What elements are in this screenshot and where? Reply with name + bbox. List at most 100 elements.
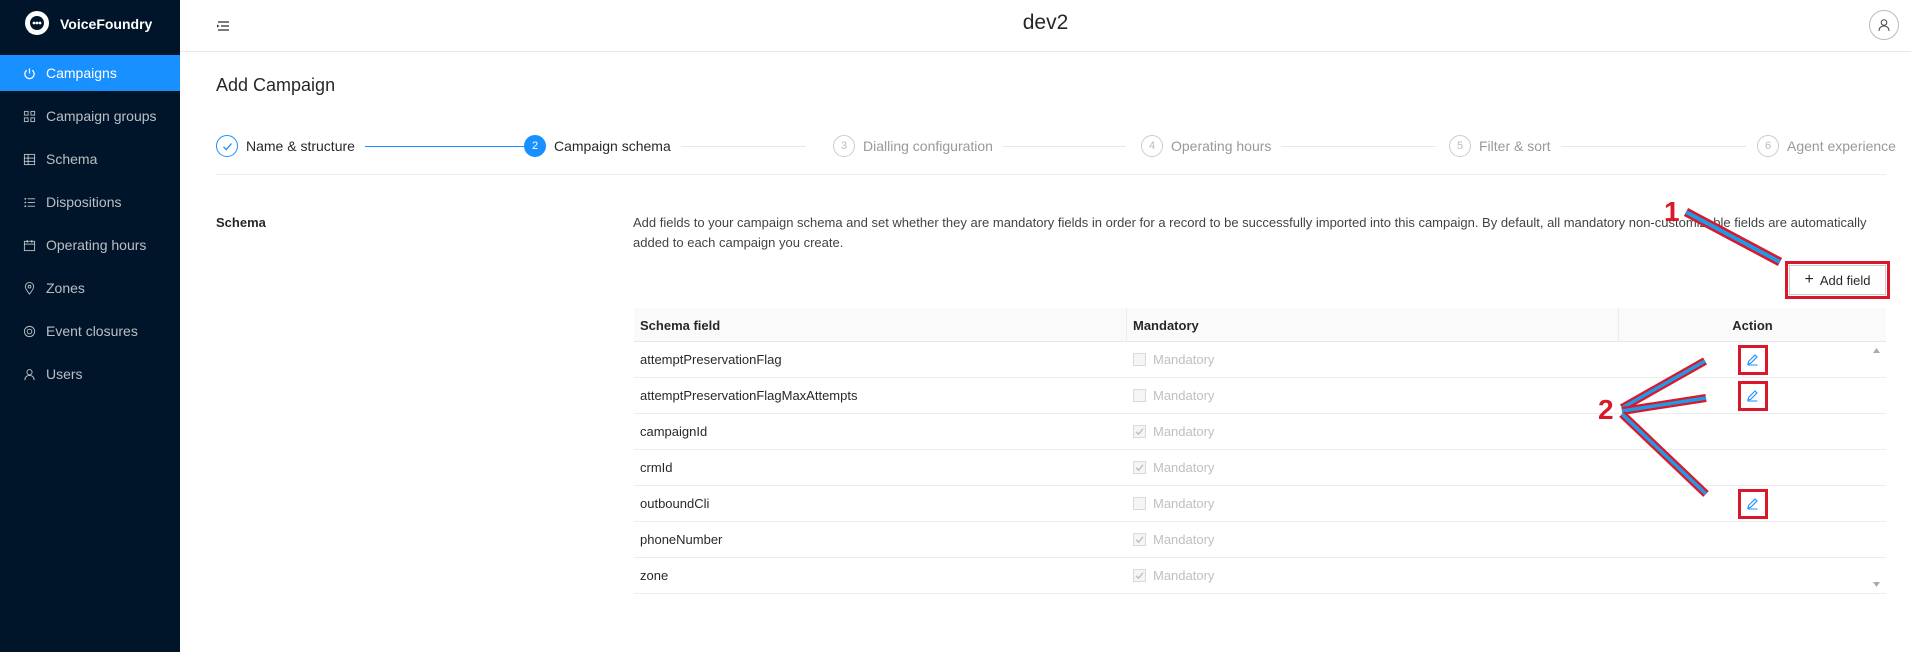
action-cell xyxy=(1619,522,1886,557)
mandatory-cell: Mandatory xyxy=(1127,414,1619,449)
sidebar-item-label: Campaigns xyxy=(46,65,117,81)
sidebar: VoiceFoundry Campaigns Campaign groups S… xyxy=(0,0,180,652)
schema-field-name: attemptPreservationFlagMaxAttempts xyxy=(640,388,858,403)
step-label: Name & structure xyxy=(246,138,355,154)
action-cell xyxy=(1619,378,1886,413)
step-number: 2 xyxy=(524,135,546,157)
sidebar-item-dispositions[interactable]: Dispositions xyxy=(0,184,180,220)
mandatory-label: Mandatory xyxy=(1153,532,1215,547)
mandatory-checkbox xyxy=(1133,461,1146,474)
step-connector xyxy=(356,146,526,147)
table-row: phoneNumber Mandatory xyxy=(634,522,1886,558)
table-row: zone Mandatory xyxy=(634,558,1886,594)
voicefoundry-logo-icon xyxy=(25,11,49,35)
mandatory-label: Mandatory xyxy=(1153,352,1215,367)
step-connector xyxy=(1276,146,1436,147)
check-icon xyxy=(216,135,238,157)
mandatory-checkbox xyxy=(1133,425,1146,438)
schema-field-name: crmId xyxy=(640,460,673,475)
mandatory-cell: Mandatory xyxy=(1127,450,1619,485)
step-campaign-schema[interactable]: 2 Campaign schema xyxy=(524,134,681,158)
group-icon xyxy=(22,109,36,123)
user-icon xyxy=(22,367,36,381)
table-header: Schema field Mandatory Action xyxy=(634,308,1886,342)
table-row: crmId Mandatory xyxy=(634,450,1886,486)
user-avatar[interactable] xyxy=(1869,10,1899,40)
schema-field-name: zone xyxy=(640,568,669,583)
sidebar-item-campaign-groups[interactable]: Campaign groups xyxy=(0,98,180,134)
brand-logo[interactable]: VoiceFoundry xyxy=(0,0,180,48)
schema-field-name: campaignId xyxy=(640,424,708,439)
list-icon xyxy=(22,195,36,209)
sidebar-item-label: Schema xyxy=(46,151,98,167)
step-dialling-configuration[interactable]: 3 Dialling configuration xyxy=(833,134,1003,158)
action-cell xyxy=(1619,558,1886,593)
mandatory-label: Mandatory xyxy=(1153,388,1215,403)
sidebar-item-label: Operating hours xyxy=(46,237,147,253)
mandatory-cell: Mandatory xyxy=(1127,378,1619,413)
location-icon xyxy=(22,281,36,295)
mandatory-cell: Mandatory xyxy=(1127,486,1619,521)
mandatory-checkbox xyxy=(1133,389,1146,402)
step-connector xyxy=(1556,146,1746,147)
edit-field-button[interactable] xyxy=(1737,344,1768,375)
edit-icon xyxy=(1747,390,1758,402)
power-icon xyxy=(22,66,36,80)
step-name-structure[interactable]: Name & structure xyxy=(216,134,365,158)
annotation-number-2: 2 xyxy=(1598,394,1614,425)
step-number: 5 xyxy=(1449,135,1471,157)
step-label: Dialling configuration xyxy=(863,138,993,154)
sidebar-item-schema[interactable]: Schema xyxy=(0,141,180,177)
sidebar-item-users[interactable]: Users xyxy=(0,356,180,392)
mandatory-label: Mandatory xyxy=(1153,424,1215,439)
table-row: attemptPreservationFlag Mandatory xyxy=(634,342,1886,378)
step-operating-hours[interactable]: 4 Operating hours xyxy=(1141,134,1282,158)
divider xyxy=(216,174,1886,175)
action-cell xyxy=(1619,450,1886,485)
section-label: Schema xyxy=(216,215,266,230)
step-label: Campaign schema xyxy=(554,138,671,154)
action-cell xyxy=(1619,486,1886,521)
add-field-button[interactable]: + Add field xyxy=(1789,265,1886,295)
table-row: outboundCli Mandatory xyxy=(634,486,1886,522)
sidebar-item-operating-hours[interactable]: Operating hours xyxy=(0,227,180,263)
sidebar-item-zones[interactable]: Zones xyxy=(0,270,180,306)
table-scrollbar[interactable] xyxy=(1869,342,1884,594)
user-icon xyxy=(1878,19,1890,32)
mandatory-cell: Mandatory xyxy=(1127,558,1619,593)
schema-field-name: outboundCli xyxy=(640,496,710,511)
action-cell xyxy=(1619,342,1886,377)
sidebar-item-label: Users xyxy=(46,366,83,382)
sidebar-item-campaigns[interactable]: Campaigns xyxy=(0,55,180,91)
sidebar-nav: Campaigns Campaign groups Schema Disposi… xyxy=(0,55,180,392)
sidebar-item-event-closures[interactable]: Event closures xyxy=(0,313,180,349)
app-title: dev2 xyxy=(1022,11,1069,34)
target-icon xyxy=(22,324,36,338)
scroll-down-icon xyxy=(1873,582,1880,587)
step-filter-sort[interactable]: 5 Filter & sort xyxy=(1449,134,1561,158)
sidebar-item-label: Campaign groups xyxy=(46,108,157,124)
step-agent-experience[interactable]: 6 Agent experience xyxy=(1757,134,1906,158)
calendar-icon xyxy=(22,238,36,252)
table-body: attemptPreservationFlag Mandatory attemptP… xyxy=(634,342,1886,594)
column-header-mandatory[interactable]: Mandatory xyxy=(1127,308,1619,342)
annotation-number-1: 1 xyxy=(1664,196,1680,227)
mandatory-label: Mandatory xyxy=(1153,568,1215,583)
edit-field-button[interactable] xyxy=(1737,380,1768,411)
sidebar-item-label: Dispositions xyxy=(46,194,122,210)
mandatory-cell: Mandatory xyxy=(1127,522,1619,557)
brand-name: VoiceFoundry xyxy=(60,16,153,32)
column-header-schema-field[interactable]: Schema field xyxy=(634,308,1127,342)
step-connector xyxy=(666,146,806,147)
mandatory-label: Mandatory xyxy=(1153,496,1215,511)
add-field-label: Add field xyxy=(1819,272,1871,288)
schema-field-name: attemptPreservationFlag xyxy=(640,352,782,367)
scroll-up-icon xyxy=(1873,348,1880,353)
step-connector xyxy=(986,146,1126,147)
mandatory-checkbox xyxy=(1133,569,1146,582)
step-number: 3 xyxy=(833,135,855,157)
wizard-steps: Name & structure 2 Campaign schema 3 Dia… xyxy=(216,134,1906,158)
mandatory-checkbox xyxy=(1133,353,1146,366)
table-row: attemptPreservationFlagMaxAttempts Mandat… xyxy=(634,378,1886,414)
edit-field-button[interactable] xyxy=(1737,488,1768,519)
